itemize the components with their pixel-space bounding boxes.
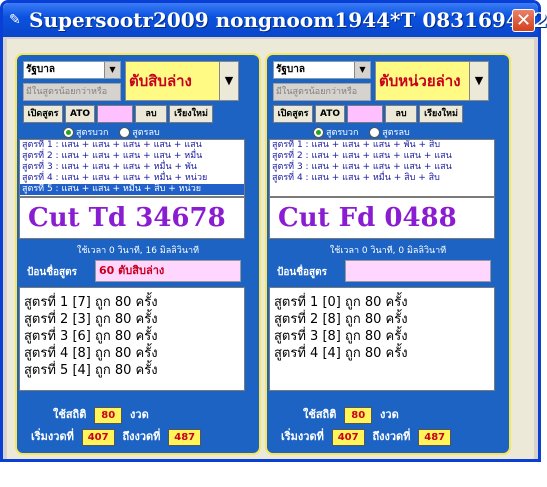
stats-input[interactable]: 80: [344, 406, 373, 424]
formula-name-input[interactable]: 60 ตับสิบล่าง: [95, 260, 241, 282]
mode-select[interactable]: รัฐบาล ▼: [273, 61, 371, 79]
client-area: รัฐบาล ▼ มีในสูตรน้อยกว่าหรือ ตับสิบล่าง…: [7, 39, 534, 459]
stats-row: ใช้สถิติ 80 งวด: [53, 405, 149, 424]
radio-plus[interactable]: [313, 127, 324, 138]
hint-field[interactable]: มีในสูตรน้อยกว่าหรือ: [23, 83, 121, 101]
result-row: สูตรที่ 3 [6] ถูก 80 ครั้ง: [24, 329, 158, 344]
formula-mode-radios: สูตรบวก สูตรลบ: [313, 125, 410, 139]
formula-type-select[interactable]: ตับหน่วยล่าง ▼: [375, 61, 489, 101]
result-row: สูตรที่ 1 [0] ถูก 80 ครั้ง: [274, 295, 408, 310]
list-item[interactable]: สูตรที่ 2 : แสน + แสน + แสน + แสน + หมื่…: [20, 151, 244, 162]
color-box[interactable]: [347, 105, 383, 123]
start-input[interactable]: 407: [81, 428, 115, 446]
radio-minus-label: สูตรลบ: [382, 128, 410, 138]
chevron-down-icon[interactable]: ▼: [354, 62, 370, 78]
formula-name-label: ป้อนชื่อสูตร: [27, 267, 77, 278]
title-bar[interactable]: ✎ Supersootr2009 nongnoom1944*T 08316945…: [3, 3, 547, 37]
end-label: ถึงงวดที่: [372, 430, 411, 443]
stats-unit: งวด: [130, 408, 149, 421]
start-input[interactable]: 407: [331, 428, 365, 446]
chevron-down-icon[interactable]: ▼: [219, 62, 238, 100]
results-box: สูตรที่ 1 [7] ถูก 80 ครั้ง สูตรที่ 2 [3]…: [19, 287, 245, 391]
list-item[interactable]: สูตรที่ 3 : แสน + แสน + แสน + แสน + แสน: [270, 162, 494, 173]
mode-select-value: รัฐบาล: [276, 64, 305, 75]
radio-minus-label: สูตรลบ: [132, 128, 160, 138]
radio-plus-label: สูตรบวก: [76, 128, 109, 138]
formula-type-value: ตับสิบล่าง: [129, 72, 192, 90]
end-input[interactable]: 487: [418, 428, 452, 446]
timing-text: ใช้เวลา 0 วินาที, 16 มิลลิวินาที: [76, 246, 200, 256]
list-item[interactable]: สูตรที่ 4 : แสน + แสน + แสน + หมื่น + หน…: [20, 173, 244, 184]
timing-text: ใช้เวลา 0 วินาที, 0 มิลลิวินาที: [329, 246, 447, 256]
mode-select[interactable]: รัฐบาล ▼: [23, 61, 121, 79]
stats-row: ใช้สถิติ 80 งวด: [303, 405, 399, 424]
start-label: เริ่มงวดที่: [31, 430, 74, 443]
hint-field[interactable]: มีในสูตรน้อยกว่าหรือ: [273, 83, 371, 101]
ato-button[interactable]: ATO: [65, 105, 95, 123]
app-icon: ✎: [9, 12, 21, 28]
right-panel: รัฐบาล ▼ มีในสูตรน้อยกว่าหรือ ตับหน่วยล่…: [265, 53, 511, 455]
list-item[interactable]: สูตรที่ 2 : แสน + แสน + แสน + แสน + แสน: [270, 151, 494, 162]
list-item[interactable]: สูตรที่ 3 : แสน + แสน + แสน + หมื่น + พั…: [20, 162, 244, 173]
result-row: สูตรที่ 4 [4] ถูก 80 ครั้ง: [274, 346, 408, 361]
result-row: สูตรที่ 3 [8] ถูก 80 ครั้ง: [274, 329, 408, 344]
reorder-button[interactable]: เรียงใหม่: [169, 105, 213, 123]
result-row: สูตรที่ 2 [8] ถูก 80 ครั้ง: [274, 312, 408, 327]
range-row: เริ่มงวดที่ 407 ถึงงวดที่ 487: [281, 427, 455, 446]
radio-minus[interactable]: [369, 127, 381, 138]
stats-label: ใช้สถิติ: [53, 408, 87, 421]
left-panel: รัฐบาล ▼ มีในสูตรน้อยกว่าหรือ ตับสิบล่าง…: [15, 53, 261, 455]
app-window: ✎ Supersootr2009 nongnoom1944*T 08316945…: [0, 0, 547, 462]
list-item[interactable]: สูตรที่ 1 : แสน + แสน + แสน + แสน + แสน: [20, 140, 244, 151]
open-formula-button[interactable]: เปิดสูตร: [23, 105, 63, 123]
formula-name-bar: ป้อนชื่อสูตร 60 ตับสิบล่าง: [19, 257, 245, 285]
end-input[interactable]: 487: [168, 428, 202, 446]
list-item[interactable]: สูตรที่ 4 : แสน + แสน + หมื่น + สิบ + สิ…: [270, 173, 494, 184]
delete-button[interactable]: ลบ: [135, 105, 167, 123]
formula-type-select[interactable]: ตับสิบล่าง ▼: [125, 61, 239, 101]
radio-minus[interactable]: [119, 127, 131, 138]
cut-result: Cut Fd 0488: [269, 197, 495, 239]
reorder-button[interactable]: เรียงใหม่: [419, 105, 463, 123]
window-title: Supersootr2009 nongnoom1944*T 0831694522: [29, 8, 547, 32]
stats-label: ใช้สถิติ: [303, 408, 337, 421]
result-row: สูตรที่ 1 [7] ถูก 80 ครั้ง: [24, 295, 158, 310]
stats-input[interactable]: 80: [94, 406, 123, 424]
radio-plus[interactable]: [63, 127, 74, 138]
list-item[interactable]: สูตรที่ 1 : แสน + แสน + แสน + พัน + สิบ: [270, 140, 494, 151]
radio-plus-label: สูตรบวก: [326, 128, 359, 138]
formula-list[interactable]: สูตรที่ 1 : แสน + แสน + แสน + พัน + สิบ …: [269, 139, 495, 197]
stats-unit: งวด: [380, 408, 399, 421]
cut-result: Cut Td 34678: [19, 197, 245, 239]
close-button[interactable]: ✕: [512, 9, 535, 32]
result-row: สูตรที่ 2 [3] ถูก 80 ครั้ง: [24, 312, 158, 327]
formula-list[interactable]: สูตรที่ 1 : แสน + แสน + แสน + แสน + แสน …: [19, 139, 245, 197]
ato-button[interactable]: ATO: [315, 105, 345, 123]
open-formula-button[interactable]: เปิดสูตร: [273, 105, 313, 123]
chevron-down-icon[interactable]: ▼: [104, 62, 120, 78]
formula-name-input[interactable]: [345, 260, 491, 282]
list-item[interactable]: สูตรที่ 5 : แสน + แสน + หมื่น + สิบ + หน…: [20, 184, 244, 195]
results-box: สูตรที่ 1 [0] ถูก 80 ครั้ง สูตรที่ 2 [8]…: [269, 287, 495, 391]
mode-select-value: รัฐบาล: [26, 64, 55, 75]
formula-name-label: ป้อนชื่อสูตร: [277, 267, 327, 278]
formula-name-bar: ป้อนชื่อสูตร: [269, 257, 495, 285]
start-label: เริ่มงวดที่: [281, 430, 324, 443]
formula-type-value: ตับหน่วยล่าง: [379, 72, 461, 90]
color-box[interactable]: [97, 105, 133, 123]
chevron-down-icon[interactable]: ▼: [469, 62, 488, 100]
result-row: สูตรที่ 5 [4] ถูก 80 ครั้ง: [24, 363, 158, 378]
range-row: เริ่มงวดที่ 407 ถึงงวดที่ 487: [31, 427, 205, 446]
formula-mode-radios: สูตรบวก สูตรลบ: [63, 125, 160, 139]
delete-button[interactable]: ลบ: [385, 105, 417, 123]
end-label: ถึงงวดที่: [122, 430, 161, 443]
result-row: สูตรที่ 4 [8] ถูก 80 ครั้ง: [24, 346, 158, 361]
